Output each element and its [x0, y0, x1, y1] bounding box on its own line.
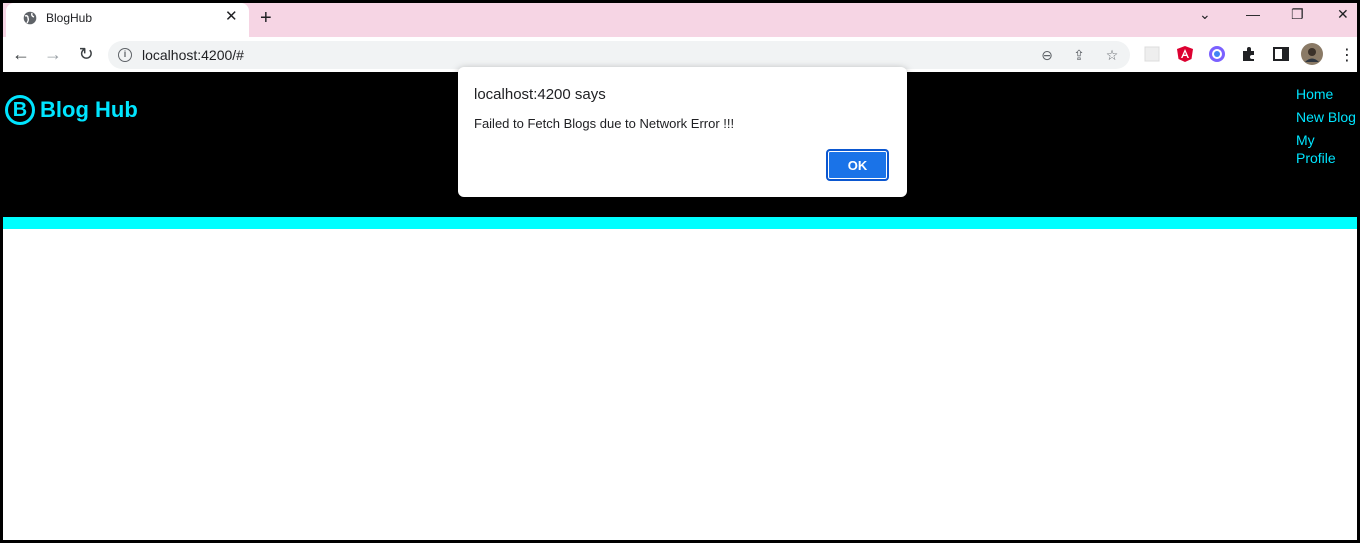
side-panel-icon[interactable]	[1272, 45, 1292, 65]
address-bar[interactable]: i localhost:4200/# ⊖ ⇪ ☆	[108, 41, 1130, 69]
url-text[interactable]: localhost:4200/#	[142, 47, 244, 63]
window-close-button[interactable]: ✕	[1337, 6, 1349, 23]
tab-bloghub[interactable]: BlogHub ✕	[6, 3, 249, 37]
browser-menu-icon[interactable]: ⋮	[1339, 45, 1357, 65]
main-nav: Home New Blog My Profile	[1296, 85, 1357, 166]
alert-dialog: localhost:4200 says Failed to Fetch Blog…	[458, 67, 907, 197]
brand-name: Blog Hub	[40, 97, 138, 122]
tab-close-icon[interactable]: ✕	[225, 9, 238, 25]
profile-avatar[interactable]	[1300, 42, 1323, 65]
nav-new-blog-link[interactable]: New Blog	[1296, 108, 1357, 131]
back-icon[interactable]: ←	[10, 43, 32, 65]
share-icon[interactable]: ⇪	[1070, 46, 1088, 64]
tab-search-chevron-icon[interactable]: ⌄	[1199, 6, 1211, 23]
header-divider-bar	[3, 217, 1357, 229]
globe-icon	[23, 11, 37, 25]
forward-icon[interactable]: →	[42, 43, 64, 65]
brand-logo-icon: B	[5, 95, 35, 125]
ok-button[interactable]: OK	[826, 149, 889, 181]
reload-icon[interactable]: ↻	[75, 43, 97, 65]
main-content	[3, 229, 1357, 540]
new-tab-button[interactable]: +	[260, 7, 272, 29]
tab-title: BlogHub	[46, 11, 93, 25]
restore-button[interactable]: ❐	[1291, 6, 1304, 23]
nav-home-link[interactable]: Home	[1296, 85, 1357, 108]
bookmark-star-icon[interactable]: ☆	[1103, 46, 1121, 64]
site-info-icon[interactable]: i	[118, 48, 132, 62]
dialog-title: localhost:4200 says	[474, 86, 606, 103]
angular-extension-icon[interactable]	[1176, 45, 1196, 65]
zoom-icon[interactable]: ⊖	[1038, 46, 1056, 64]
minimize-button[interactable]: —	[1246, 6, 1260, 22]
dialog-message: Failed to Fetch Blogs due to Network Err…	[474, 116, 735, 131]
tab-strip: BlogHub ✕ + ⌄ — ❐ ✕	[3, 3, 1357, 37]
extensions-puzzle-icon[interactable]	[1240, 45, 1260, 65]
color-extension-icon[interactable]	[1208, 45, 1228, 65]
extension-placeholder-icon[interactable]	[1143, 45, 1163, 65]
brand[interactable]: B Blog Hub	[5, 95, 138, 125]
nav-my-profile-link[interactable]: My Profile	[1296, 131, 1357, 166]
